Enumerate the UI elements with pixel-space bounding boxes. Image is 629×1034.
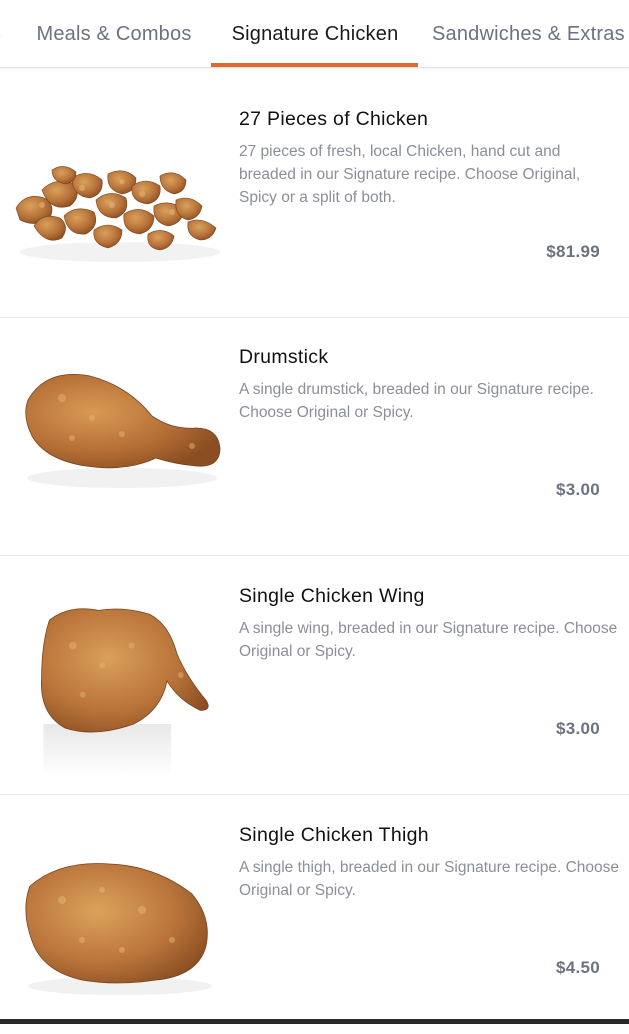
item-title: Single Chicken Thigh (239, 824, 429, 846)
item-price: $81.99 (546, 242, 600, 261)
active-tab-indicator (211, 63, 418, 67)
item-title: Drumstick (239, 346, 329, 368)
item-price: $3.00 (555, 719, 600, 738)
menu-item-27-pieces[interactable]: 27 Pieces of Chicken 27 pieces of fresh,… (0, 80, 629, 318)
item-description: A single wing, breaded in our Signature … (239, 620, 618, 660)
item-title: Single Chicken Wing (239, 585, 425, 607)
chicken-pieces-image (12, 110, 226, 310)
drumstick-image (12, 338, 226, 538)
chicken-wing-image (12, 577, 226, 777)
item-price: $4.50 (555, 958, 600, 977)
menu-item-chicken-thigh[interactable]: Single Chicken Thigh A single thigh, bre… (0, 796, 629, 1034)
bottom-edge-bar (0, 1019, 629, 1024)
item-title: 27 Pieces of Chicken (239, 108, 429, 130)
tab-previous-category[interactable]: s (0, 0, 6, 67)
category-tab-bar: s Meals & Combos Signature Chicken Sandw… (0, 0, 629, 68)
menu-item-chicken-wing[interactable]: Single Chicken Wing A single wing, bread… (0, 557, 629, 795)
item-description: 27 pieces of fresh, local Chicken, hand … (239, 143, 581, 206)
item-description: A single drumstick, breaded in our Signa… (239, 381, 594, 421)
chicken-thigh-image (12, 830, 226, 1030)
item-price: $3.00 (555, 480, 600, 499)
tab-sandwiches-and-extras[interactable]: Sandwiches & Extras (432, 0, 629, 67)
tab-signature-chicken[interactable]: Signature Chicken (212, 0, 418, 67)
menu-item-drumstick[interactable]: Drumstick A single drumstick, breaded in… (0, 318, 629, 556)
tab-meals-and-combos[interactable]: Meals & Combos (30, 0, 198, 67)
item-description: A single thigh, breaded in our Signature… (239, 859, 619, 899)
